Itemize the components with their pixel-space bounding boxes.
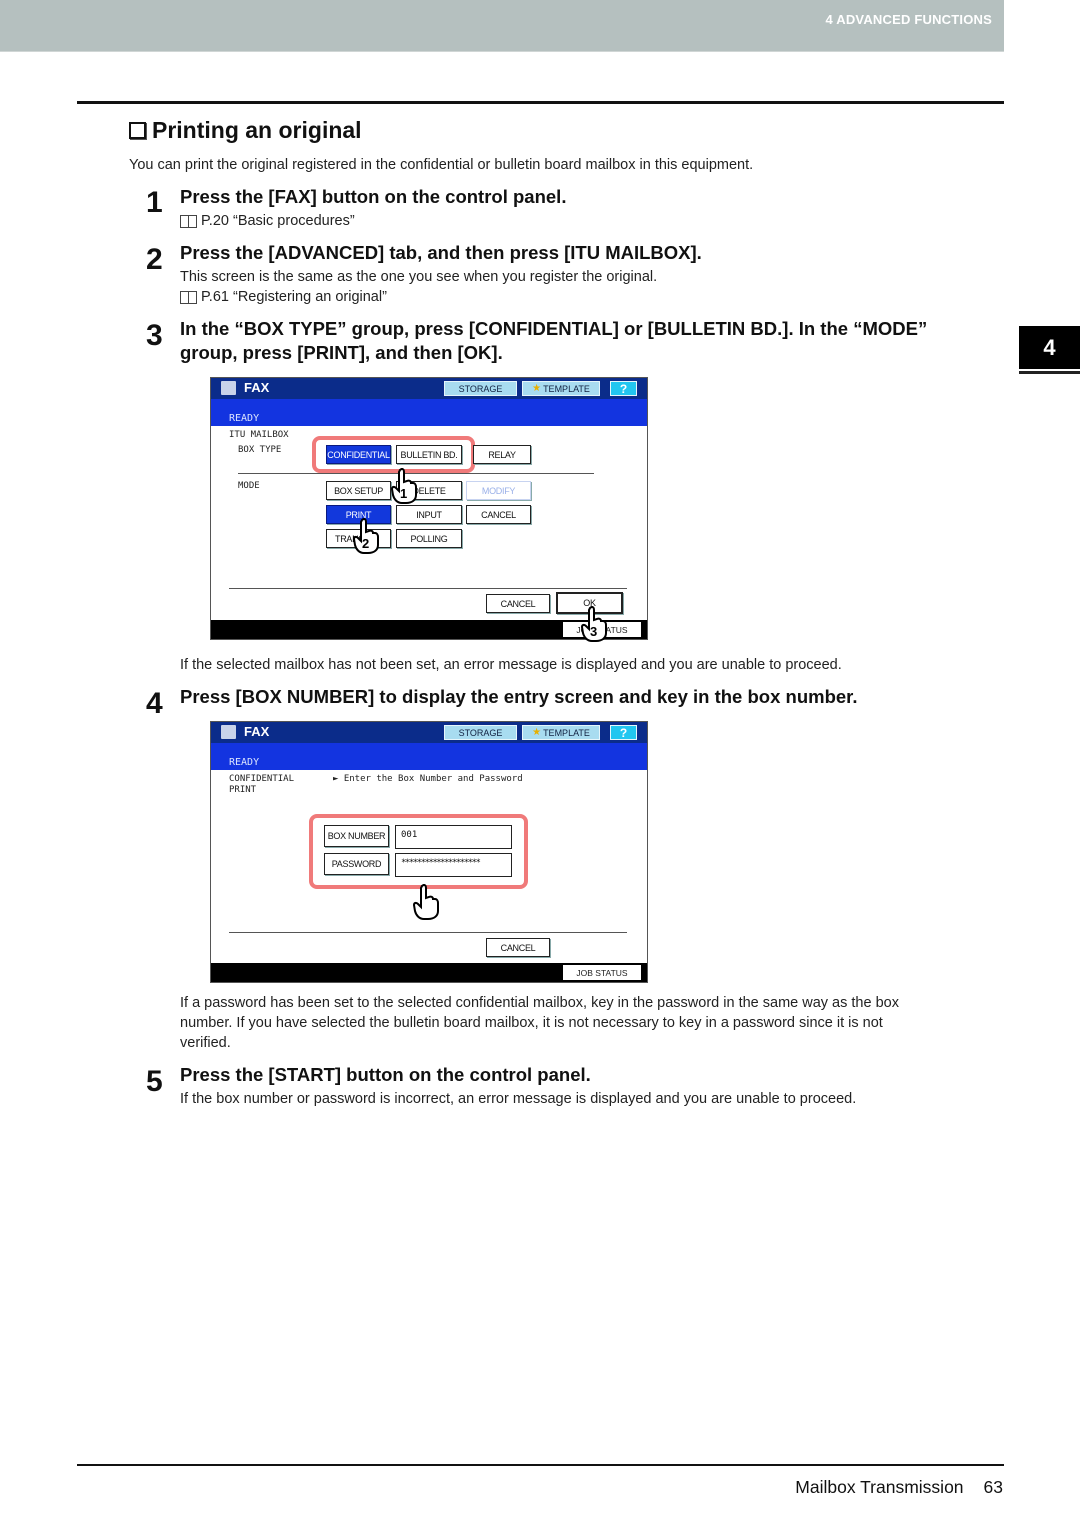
step-title: Press the [ADVANCED] tab, and then press… bbox=[180, 242, 702, 263]
mode-label: MODE bbox=[238, 481, 260, 491]
mailbox-label: ITU MAILBOX bbox=[229, 430, 289, 440]
box-number-field[interactable]: 001 bbox=[395, 825, 512, 849]
fax-icon bbox=[221, 381, 236, 395]
step-text: If the box number or password is incorre… bbox=[180, 1091, 857, 1107]
header-band: 4 ADVANCED FUNCTIONS bbox=[0, 0, 1004, 52]
step-text: This screen is the same as the one you s… bbox=[180, 269, 658, 285]
cancel-button[interactable]: CANCEL bbox=[486, 938, 550, 957]
step-note-line3: verified. bbox=[180, 1035, 231, 1051]
job-status-button[interactable]: JOB STATUS bbox=[563, 965, 641, 980]
callout-number: 1 bbox=[400, 486, 407, 501]
book-icon bbox=[180, 215, 197, 228]
relay-button[interactable]: RELAY bbox=[473, 445, 531, 464]
fax-screen-itu-mailbox: FAX STORAGE ★ TEMPLATE ? READY ITU MAILBO… bbox=[210, 377, 648, 642]
storage-button[interactable]: STORAGE bbox=[444, 725, 517, 740]
step-note-line2: number. If you have selected the bulleti… bbox=[180, 1015, 883, 1031]
modify-button[interactable]: MODIFY bbox=[466, 481, 531, 500]
mode-line: PRINT bbox=[229, 785, 257, 795]
help-button[interactable]: ? bbox=[610, 725, 637, 740]
template-button[interactable]: ★ TEMPLATE bbox=[522, 725, 600, 740]
step-title: Press the [FAX] button on the control pa… bbox=[180, 186, 567, 207]
chapter-label: 4 ADVANCED FUNCTIONS bbox=[825, 12, 992, 27]
step-number: 4 bbox=[146, 687, 163, 720]
fax-icon bbox=[221, 725, 236, 739]
step-title: Press the [START] button on the control … bbox=[180, 1064, 591, 1085]
template-label: TEMPLATE bbox=[543, 727, 590, 738]
book-icon bbox=[180, 291, 197, 304]
box-type-label: BOX TYPE bbox=[238, 445, 282, 455]
top-rule bbox=[77, 101, 1004, 104]
step-number: 3 bbox=[146, 319, 163, 352]
star-icon: ★ bbox=[532, 727, 542, 738]
box-type-line: CONFIDENTIAL bbox=[229, 774, 295, 784]
screen-title-bar: FAX STORAGE ★ TEMPLATE ? bbox=[211, 722, 647, 743]
pointer-hand-icon bbox=[412, 884, 439, 920]
cancel-button[interactable]: CANCEL bbox=[486, 594, 550, 613]
side-tab-rule bbox=[1019, 371, 1080, 374]
password-field[interactable]: ******************** bbox=[395, 853, 512, 877]
storage-button[interactable]: STORAGE bbox=[444, 381, 517, 396]
bottom-rule bbox=[77, 1464, 1004, 1466]
page-footer: Mailbox Transmission 63 bbox=[795, 1477, 1003, 1498]
instruction-text: ► Enter the Box Number and Password bbox=[333, 774, 523, 784]
step-number: 2 bbox=[146, 243, 163, 276]
step-title-line2: group, press [PRINT], and then [OK]. bbox=[180, 342, 503, 363]
callout-number: 2 bbox=[362, 536, 369, 551]
status-text: READY bbox=[229, 757, 260, 768]
template-button[interactable]: ★ TEMPLATE bbox=[522, 381, 600, 396]
section-title-text: Printing an original bbox=[152, 117, 362, 143]
pointer-hand-icon-3: 3 bbox=[580, 606, 607, 642]
reference-text[interactable]: P.20 “Basic procedures” bbox=[201, 211, 355, 231]
input-button[interactable]: INPUT bbox=[396, 505, 462, 524]
step-title-line1: In the “BOX TYPE” group, press [CONFIDEN… bbox=[180, 318, 928, 339]
step-note-line1: If a password has been set to the select… bbox=[180, 995, 899, 1011]
step-title: Press [BOX NUMBER] to display the entry … bbox=[180, 686, 858, 707]
divider bbox=[229, 932, 627, 933]
confidential-button[interactable]: CONFIDENTIAL bbox=[326, 445, 391, 464]
screen-title: FAX bbox=[244, 380, 270, 395]
page-reference[interactable]: P.20 “Basic procedures” bbox=[180, 211, 355, 231]
polling-button[interactable]: POLLING bbox=[396, 529, 462, 548]
pointer-hand-icon-2: 2 bbox=[352, 518, 379, 554]
step-number: 5 bbox=[146, 1065, 163, 1098]
step-number: 1 bbox=[146, 186, 163, 219]
password-button[interactable]: PASSWORD bbox=[324, 853, 389, 875]
checkbox-bullet-icon bbox=[129, 122, 146, 139]
pointer-hand-icon-1: 1 bbox=[390, 468, 417, 504]
star-icon: ★ bbox=[532, 383, 542, 394]
status-bar: JOB STATUS bbox=[211, 963, 647, 982]
chapter-side-tab: 4 bbox=[1019, 326, 1080, 369]
divider bbox=[229, 588, 627, 589]
callout-number: 3 bbox=[590, 624, 597, 639]
step-note: If the selected mailbox has not been set… bbox=[180, 657, 842, 673]
status-text: READY bbox=[229, 413, 260, 424]
box-setup-button[interactable]: BOX SETUP bbox=[326, 481, 391, 500]
fax-screen-box-number: FAX STORAGE ★ TEMPLATE ? READY CONFIDENTI… bbox=[210, 721, 648, 983]
reference-text[interactable]: P.61 “Registering an original” bbox=[201, 287, 387, 307]
intro-text: You can print the original registered in… bbox=[129, 157, 754, 173]
screen-title-bar: FAX STORAGE ★ TEMPLATE ? bbox=[211, 378, 647, 399]
section-title: Printing an original bbox=[129, 117, 362, 144]
help-button[interactable]: ? bbox=[610, 381, 637, 396]
status-banner: READY bbox=[211, 399, 647, 426]
screen-title: FAX bbox=[244, 724, 270, 739]
cancel-mode-button[interactable]: CANCEL bbox=[466, 505, 531, 524]
page-reference[interactable]: P.61 “Registering an original” bbox=[180, 287, 387, 307]
box-number-button[interactable]: BOX NUMBER bbox=[324, 825, 389, 847]
status-banner: READY bbox=[211, 743, 647, 770]
footer-section: Mailbox Transmission bbox=[795, 1477, 964, 1497]
template-label: TEMPLATE bbox=[543, 383, 590, 394]
page-number: 63 bbox=[983, 1477, 1003, 1497]
bulletin-bd-button[interactable]: BULLETIN BD. bbox=[396, 445, 462, 464]
